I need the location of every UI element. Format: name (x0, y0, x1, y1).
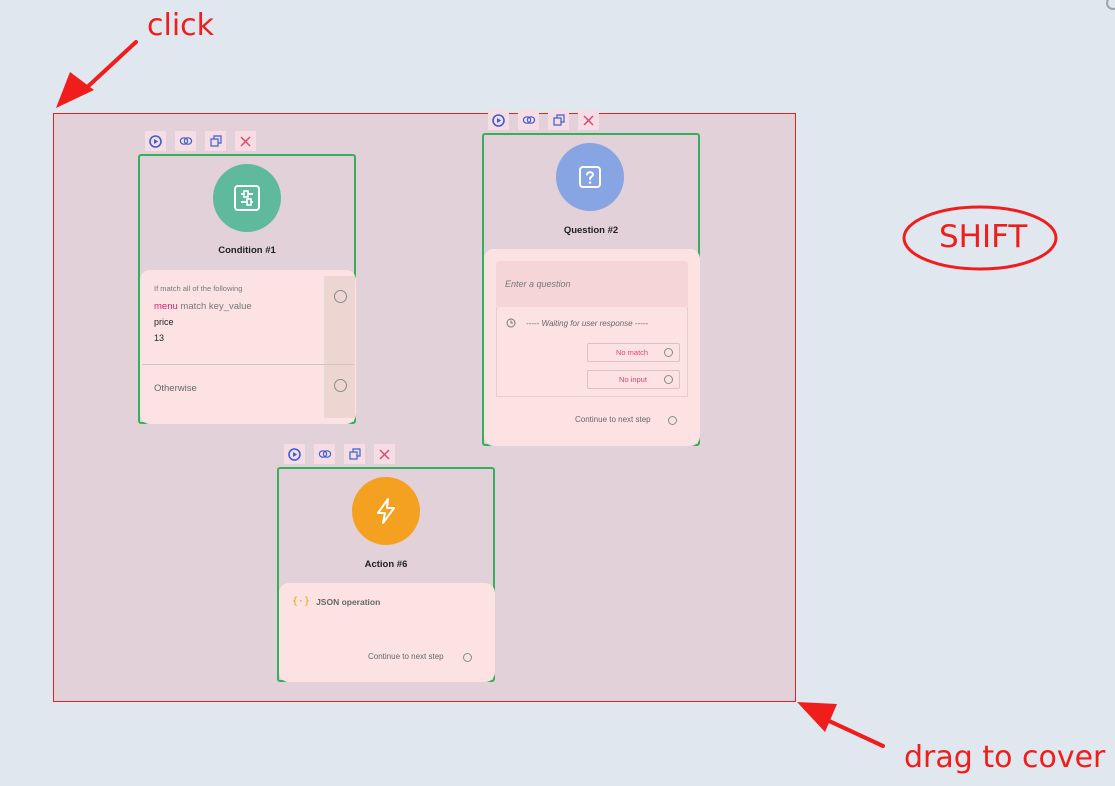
annotation-shift: SHIFT (939, 219, 1028, 255)
action-node-title: Action #6 (364, 559, 408, 570)
duplicate-icon (552, 114, 565, 126)
close-icon (240, 135, 251, 147)
condition-node[interactable]: Condition #1 If match all of the followi… (138, 154, 356, 424)
action-toolbar (284, 444, 395, 464)
delete-button[interactable] (235, 131, 256, 151)
play-icon (149, 134, 162, 148)
rule-header: If match all of the following (154, 284, 243, 293)
condition-node-avatar (213, 164, 281, 232)
delete-button[interactable] (578, 110, 599, 130)
duplicate-button[interactable] (344, 444, 365, 464)
json-operation-row: {·} JSON operation (292, 596, 380, 607)
annotation-drag: drag to cover (904, 740, 1106, 775)
close-icon (583, 114, 594, 126)
run-button[interactable] (284, 444, 305, 464)
no-match-port[interactable] (664, 348, 673, 357)
no-input-option[interactable]: No input (587, 370, 680, 389)
action-node-avatar (352, 477, 420, 545)
link-icon (179, 137, 192, 145)
otherwise-port[interactable] (334, 379, 347, 392)
json-braces-icon: {·} (292, 596, 311, 607)
otherwise-label: Otherwise (154, 383, 197, 394)
play-icon (288, 447, 301, 461)
question-input[interactable]: Enter a question (496, 261, 688, 307)
rule-key: price (154, 317, 174, 327)
run-button[interactable] (488, 110, 509, 130)
question-response-box: ----- Waiting for user response ----- No… (496, 307, 688, 397)
condition-toolbar (145, 131, 256, 151)
annotation-click: click (147, 8, 215, 43)
link-icon (318, 450, 331, 458)
link-button[interactable] (518, 110, 539, 130)
condition-panel: If match all of the following menu match… (140, 270, 356, 424)
condition-sliders-icon (234, 185, 260, 211)
duplicate-icon (348, 448, 361, 460)
arrow-click-icon (56, 40, 138, 108)
rule-line: menu match key_value (154, 301, 252, 312)
rule-value: 13 (154, 333, 165, 343)
question-toolbar (488, 110, 599, 130)
no-match-option[interactable]: No match (587, 343, 680, 362)
play-icon (492, 113, 505, 127)
rule-operator: match key_value (180, 301, 252, 312)
action-continue-label: Continue to next step (368, 652, 444, 661)
no-input-label: No input (619, 375, 647, 384)
question-node-avatar (556, 143, 624, 211)
link-button[interactable] (314, 444, 335, 464)
rule-keyword: menu (154, 301, 178, 312)
condition-node-title: Condition #1 (218, 245, 276, 256)
duplicate-button[interactable] (205, 131, 226, 151)
question-continue-port[interactable] (668, 416, 677, 425)
run-button[interactable] (145, 131, 166, 151)
action-node[interactable]: Action #6 {·} JSON operation Continue to… (277, 467, 495, 682)
condition-divider (142, 364, 354, 365)
question-continue-label: Continue to next step (575, 415, 651, 424)
question-icon (579, 166, 601, 188)
json-operation-label: JSON operation (316, 596, 381, 607)
lightning-icon (377, 498, 395, 524)
link-icon (522, 116, 535, 124)
waiting-text: ----- Waiting for user response ----- (526, 319, 649, 328)
no-match-label: No match (616, 348, 649, 357)
action-panel: {·} JSON operation Continue to next step (279, 583, 495, 682)
clock-icon (506, 318, 516, 328)
rule-match-port[interactable] (334, 290, 347, 303)
link-button[interactable] (175, 131, 196, 151)
question-panel: Enter a question ----- Waiting for user … (484, 249, 700, 446)
delete-button[interactable] (374, 444, 395, 464)
duplicate-icon (209, 135, 222, 147)
close-icon (379, 448, 390, 460)
question-node-title: Question #2 (563, 225, 619, 236)
action-continue-port[interactable] (463, 653, 472, 662)
duplicate-button[interactable] (548, 110, 569, 130)
question-node[interactable]: Question #2 Enter a question ----- Waiti… (482, 133, 700, 446)
corner-indicator-icon (1106, 0, 1115, 10)
arrow-drag-icon (797, 702, 885, 748)
question-placeholder: Enter a question (505, 279, 571, 289)
no-input-port[interactable] (664, 375, 673, 384)
